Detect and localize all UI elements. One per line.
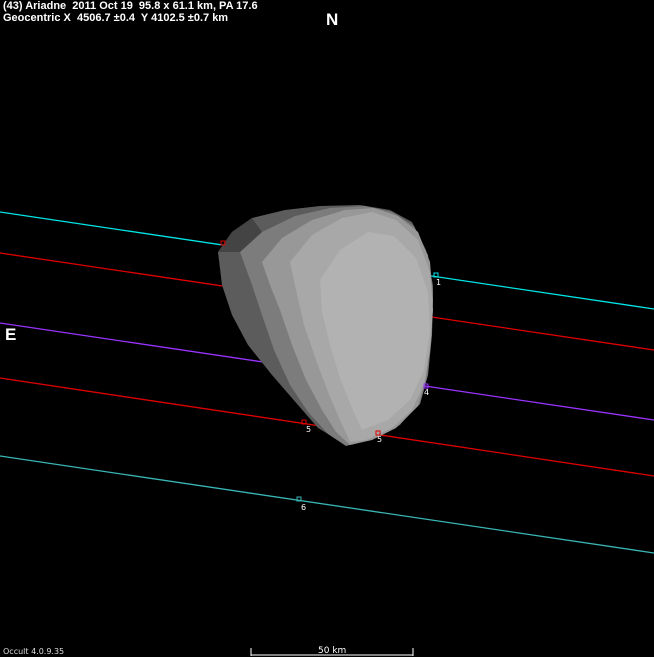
chord-label: 4 xyxy=(424,388,429,397)
chord-label: 5 xyxy=(306,425,311,434)
header-title: (43) Ariadne 2011 Oct 19 95.8 x 61.1 km,… xyxy=(3,0,258,12)
chord-label: 5 xyxy=(377,435,382,444)
north-label: N xyxy=(326,10,339,29)
occultation-plot: 1 4 5 5 6 xyxy=(0,205,654,656)
asteroid-shape xyxy=(218,205,433,446)
chord-label: 6 xyxy=(301,503,306,512)
east-label: E xyxy=(5,325,17,344)
chord-label: 1 xyxy=(436,278,441,287)
scale-label: 50 km xyxy=(318,646,347,656)
chord-line-5 xyxy=(0,455,654,554)
header-geocentric: Geocentric X 4506.7 ±0.4 Y 4102.5 ±0.7 k… xyxy=(3,12,229,24)
version-label: Occult 4.0.9.35 xyxy=(3,647,65,656)
